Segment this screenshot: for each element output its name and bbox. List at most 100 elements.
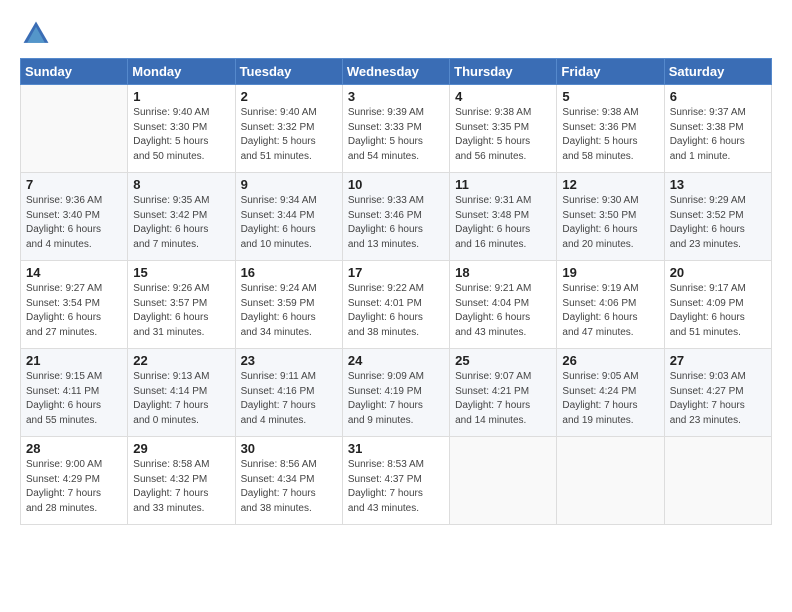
- day-info: Sunrise: 9:38 AMSunset: 3:36 PMDaylight:…: [562, 106, 658, 164]
- day-info: Sunrise: 8:53 AMSunset: 4:37 PMDaylight:…: [348, 458, 444, 516]
- day-number: 11: [455, 177, 551, 192]
- day-info: Sunrise: 9:13 AMSunset: 4:14 PMDaylight:…: [133, 370, 229, 428]
- calendar-cell: 17 Sunrise: 9:22 AMSunset: 4:01 PMDayligh…: [342, 261, 449, 349]
- day-number: 29: [133, 441, 229, 456]
- calendar-cell: 30 Sunrise: 8:56 AMSunset: 4:34 PMDayligh…: [235, 437, 342, 525]
- calendar-cell: 27Sunrise: 9:03 AMSunset: 4:27 PMDayligh…: [664, 349, 771, 437]
- day-number: 20: [670, 265, 766, 280]
- calendar-cell: 11 Sunrise: 9:31 AMSunset: 3:48 PMDayligh…: [450, 173, 557, 261]
- calendar-cell: 10 Sunrise: 9:33 AMSunset: 3:46 PMDayligh…: [342, 173, 449, 261]
- day-info: Sunrise: 9:36 AMSunset: 3:40 PMDaylight:…: [26, 194, 122, 252]
- day-info: Sunrise: 9:39 AMSunset: 3:33 PMDaylight:…: [348, 106, 444, 164]
- col-header-wednesday: Wednesday: [342, 59, 449, 85]
- day-number: 7: [26, 177, 122, 192]
- day-number: 28: [26, 441, 122, 456]
- calendar-cell: 13 Sunrise: 9:29 AMSunset: 3:52 PMDayligh…: [664, 173, 771, 261]
- day-number: 10: [348, 177, 444, 192]
- day-info: Sunrise: 9:11 AMSunset: 4:16 PMDaylight:…: [241, 370, 337, 428]
- calendar-cell: 29 Sunrise: 8:58 AMSunset: 4:32 PMDayligh…: [128, 437, 235, 525]
- col-header-monday: Monday: [128, 59, 235, 85]
- calendar-cell: 5Sunrise: 9:38 AMSunset: 3:36 PMDaylight…: [557, 85, 664, 173]
- day-number: 8: [133, 177, 229, 192]
- day-number: 9: [241, 177, 337, 192]
- day-info: Sunrise: 9:17 AMSunset: 4:09 PMDaylight:…: [670, 282, 766, 340]
- calendar-week-row: 14 Sunrise: 9:27 AMSunset: 3:54 PMDayligh…: [21, 261, 772, 349]
- calendar-cell: 28Sunrise: 9:00 AMSunset: 4:29 PMDayligh…: [21, 437, 128, 525]
- day-info: Sunrise: 8:58 AMSunset: 4:32 PMDaylight:…: [133, 458, 229, 516]
- day-info: Sunrise: 9:07 AMSunset: 4:21 PMDaylight:…: [455, 370, 551, 428]
- calendar-cell: 14 Sunrise: 9:27 AMSunset: 3:54 PMDayligh…: [21, 261, 128, 349]
- day-number: 14: [26, 265, 122, 280]
- calendar-cell: 16Sunrise: 9:24 AMSunset: 3:59 PMDayligh…: [235, 261, 342, 349]
- calendar-cell: 7 Sunrise: 9:36 AMSunset: 3:40 PMDaylight…: [21, 173, 128, 261]
- day-info: Sunrise: 9:21 AMSunset: 4:04 PMDaylight:…: [455, 282, 551, 340]
- day-info: Sunrise: 9:34 AMSunset: 3:44 PMDaylight:…: [241, 194, 337, 252]
- day-info: Sunrise: 9:26 AMSunset: 3:57 PMDaylight:…: [133, 282, 229, 340]
- col-header-tuesday: Tuesday: [235, 59, 342, 85]
- calendar-cell: 18 Sunrise: 9:21 AMSunset: 4:04 PMDayligh…: [450, 261, 557, 349]
- col-header-thursday: Thursday: [450, 59, 557, 85]
- day-number: 18: [455, 265, 551, 280]
- day-info: Sunrise: 9:40 AMSunset: 3:32 PMDaylight:…: [241, 106, 337, 164]
- calendar-cell: 12 Sunrise: 9:30 AMSunset: 3:50 PMDayligh…: [557, 173, 664, 261]
- day-number: 25: [455, 353, 551, 368]
- calendar-header-row: SundayMondayTuesdayWednesdayThursdayFrid…: [21, 59, 772, 85]
- day-number: 19: [562, 265, 658, 280]
- day-number: 3: [348, 89, 444, 104]
- calendar-cell: 31 Sunrise: 8:53 AMSunset: 4:37 PMDayligh…: [342, 437, 449, 525]
- calendar-cell: 26Sunrise: 9:05 AMSunset: 4:24 PMDayligh…: [557, 349, 664, 437]
- calendar-cell: 9 Sunrise: 9:34 AMSunset: 3:44 PMDaylight…: [235, 173, 342, 261]
- day-number: 1: [133, 89, 229, 104]
- calendar-week-row: 1Sunrise: 9:40 AMSunset: 3:30 PMDaylight…: [21, 85, 772, 173]
- day-number: 30: [241, 441, 337, 456]
- day-info: Sunrise: 9:09 AMSunset: 4:19 PMDaylight:…: [348, 370, 444, 428]
- day-number: 6: [670, 89, 766, 104]
- day-number: 13: [670, 177, 766, 192]
- day-info: Sunrise: 9:27 AMSunset: 3:54 PMDaylight:…: [26, 282, 122, 340]
- calendar-cell: 23 Sunrise: 9:11 AMSunset: 4:16 PMDayligh…: [235, 349, 342, 437]
- calendar-cell: 4 Sunrise: 9:38 AMSunset: 3:35 PMDaylight…: [450, 85, 557, 173]
- calendar-cell: 22Sunrise: 9:13 AMSunset: 4:14 PMDayligh…: [128, 349, 235, 437]
- day-number: 21: [26, 353, 122, 368]
- calendar-cell: [557, 437, 664, 525]
- day-info: Sunrise: 9:29 AMSunset: 3:52 PMDaylight:…: [670, 194, 766, 252]
- day-number: 24: [348, 353, 444, 368]
- col-header-saturday: Saturday: [664, 59, 771, 85]
- day-number: 17: [348, 265, 444, 280]
- calendar-cell: 8 Sunrise: 9:35 AMSunset: 3:42 PMDaylight…: [128, 173, 235, 261]
- day-info: Sunrise: 9:30 AMSunset: 3:50 PMDaylight:…: [562, 194, 658, 252]
- day-info: Sunrise: 9:22 AMSunset: 4:01 PMDaylight:…: [348, 282, 444, 340]
- day-number: 23: [241, 353, 337, 368]
- calendar-cell: 6 Sunrise: 9:37 AMSunset: 3:38 PMDaylight…: [664, 85, 771, 173]
- col-header-friday: Friday: [557, 59, 664, 85]
- calendar-week-row: 7 Sunrise: 9:36 AMSunset: 3:40 PMDaylight…: [21, 173, 772, 261]
- logo-icon: [20, 18, 52, 50]
- calendar-cell: 19 Sunrise: 9:19 AMSunset: 4:06 PMDayligh…: [557, 261, 664, 349]
- header: [20, 18, 772, 50]
- calendar-cell: 2 Sunrise: 9:40 AMSunset: 3:32 PMDaylight…: [235, 85, 342, 173]
- day-number: 2: [241, 89, 337, 104]
- calendar-cell: 15Sunrise: 9:26 AMSunset: 3:57 PMDayligh…: [128, 261, 235, 349]
- calendar-cell: 25 Sunrise: 9:07 AMSunset: 4:21 PMDayligh…: [450, 349, 557, 437]
- calendar-cell: 21Sunrise: 9:15 AMSunset: 4:11 PMDayligh…: [21, 349, 128, 437]
- day-number: 4: [455, 89, 551, 104]
- page: SundayMondayTuesdayWednesdayThursdayFrid…: [0, 0, 792, 612]
- day-info: Sunrise: 8:56 AMSunset: 4:34 PMDaylight:…: [241, 458, 337, 516]
- col-header-sunday: Sunday: [21, 59, 128, 85]
- calendar-cell: 3 Sunrise: 9:39 AMSunset: 3:33 PMDaylight…: [342, 85, 449, 173]
- day-info: Sunrise: 9:05 AMSunset: 4:24 PMDaylight:…: [562, 370, 658, 428]
- day-info: Sunrise: 9:19 AMSunset: 4:06 PMDaylight:…: [562, 282, 658, 340]
- day-info: Sunrise: 9:31 AMSunset: 3:48 PMDaylight:…: [455, 194, 551, 252]
- calendar-cell: 1Sunrise: 9:40 AMSunset: 3:30 PMDaylight…: [128, 85, 235, 173]
- day-number: 12: [562, 177, 658, 192]
- calendar-week-row: 28Sunrise: 9:00 AMSunset: 4:29 PMDayligh…: [21, 437, 772, 525]
- day-number: 16: [241, 265, 337, 280]
- day-info: Sunrise: 9:35 AMSunset: 3:42 PMDaylight:…: [133, 194, 229, 252]
- day-info: Sunrise: 9:33 AMSunset: 3:46 PMDaylight:…: [348, 194, 444, 252]
- calendar-cell: [450, 437, 557, 525]
- day-number: 31: [348, 441, 444, 456]
- day-info: Sunrise: 9:37 AMSunset: 3:38 PMDaylight:…: [670, 106, 766, 164]
- day-info: Sunrise: 9:38 AMSunset: 3:35 PMDaylight:…: [455, 106, 551, 164]
- calendar-table: SundayMondayTuesdayWednesdayThursdayFrid…: [20, 58, 772, 525]
- calendar-week-row: 21Sunrise: 9:15 AMSunset: 4:11 PMDayligh…: [21, 349, 772, 437]
